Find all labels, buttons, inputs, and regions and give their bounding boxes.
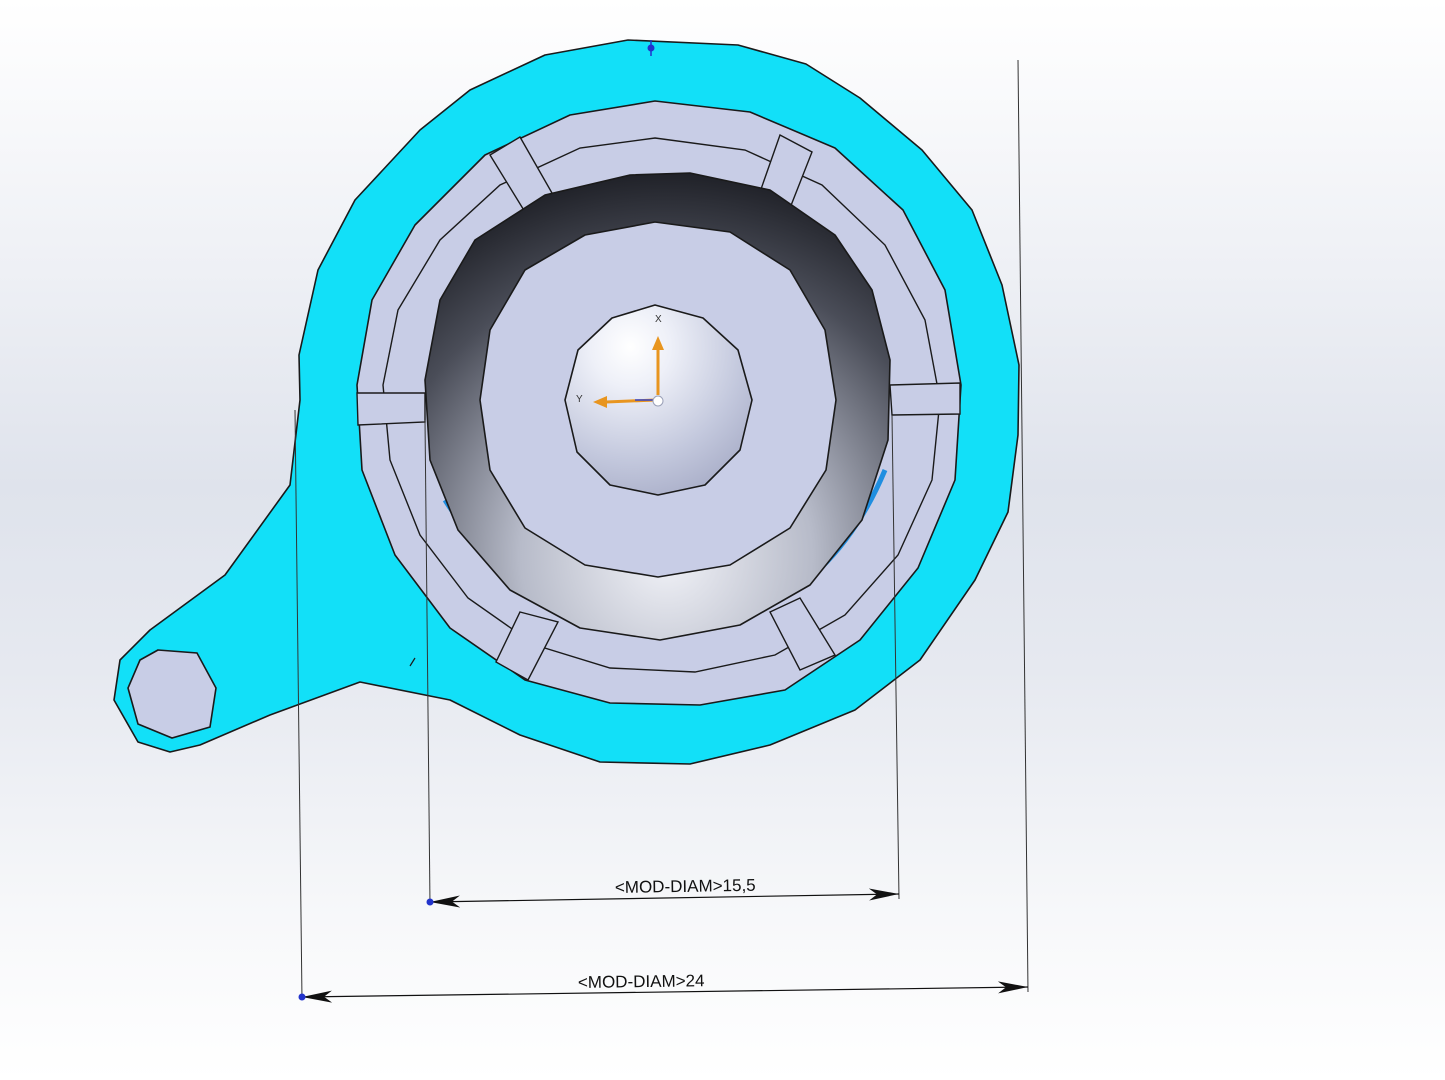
graphics-viewport[interactable]: X Y <MOD-DIAM>15,5 <MOD-DIAM>24 — [0, 0, 1445, 1080]
dim-outer-point-icon — [298, 993, 306, 1001]
model-canvas[interactable]: X Y <MOD-DIAM>15,5 <MOD-DIAM>24 — [0, 0, 1445, 1080]
triad-x-label: X — [655, 314, 662, 325]
vertex-dot-icon — [647, 44, 655, 52]
triad-origin-icon — [652, 395, 664, 407]
dimension-inner-diameter[interactable]: <MOD-DIAM>15,5 — [426, 876, 900, 908]
slot-right — [889, 382, 961, 416]
mounting-hole-face[interactable] — [127, 649, 217, 739]
ext-outer-right — [1017, 59, 1029, 993]
dim-outer-text[interactable]: <MOD-DIAM>24 — [578, 971, 705, 992]
dim-inner-text[interactable]: <MOD-DIAM>15,5 — [615, 876, 756, 897]
dimension-outer-diameter[interactable]: <MOD-DIAM>24 — [298, 971, 1029, 1003]
dim-inner-point-icon — [426, 898, 434, 906]
slot-left — [356, 392, 426, 426]
triad-y-label: Y — [576, 394, 583, 405]
